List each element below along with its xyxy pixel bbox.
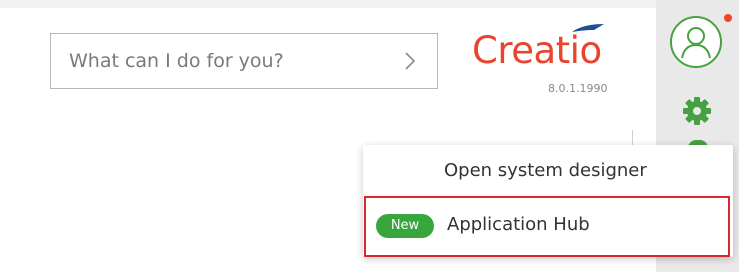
divider (632, 130, 633, 146)
gear-icon[interactable] (682, 96, 712, 126)
top-strip (0, 0, 660, 8)
menu-item-application-hub[interactable]: New Application Hub (364, 196, 730, 257)
command-input[interactable] (51, 33, 391, 89)
new-badge: New (376, 214, 434, 238)
version-label: 8.0.1.1990 (548, 82, 608, 95)
logo-swoosh (572, 24, 604, 32)
profile-avatar[interactable] (670, 16, 722, 68)
chevron-right-icon[interactable] (403, 50, 417, 72)
menu-item-label: Open system designer (444, 160, 647, 181)
app-page: Creatio 8.0.1.1990 Open system d (0, 0, 739, 272)
system-designer-menu: Open system designer New Application Hub (363, 145, 733, 257)
user-icon (681, 27, 711, 59)
menu-item-label: Application Hub (447, 214, 590, 235)
notification-dot (724, 14, 732, 22)
command-line[interactable] (50, 33, 438, 89)
creatio-logo: Creatio (470, 22, 630, 74)
menu-item-open-system-designer[interactable]: Open system designer (363, 145, 733, 197)
